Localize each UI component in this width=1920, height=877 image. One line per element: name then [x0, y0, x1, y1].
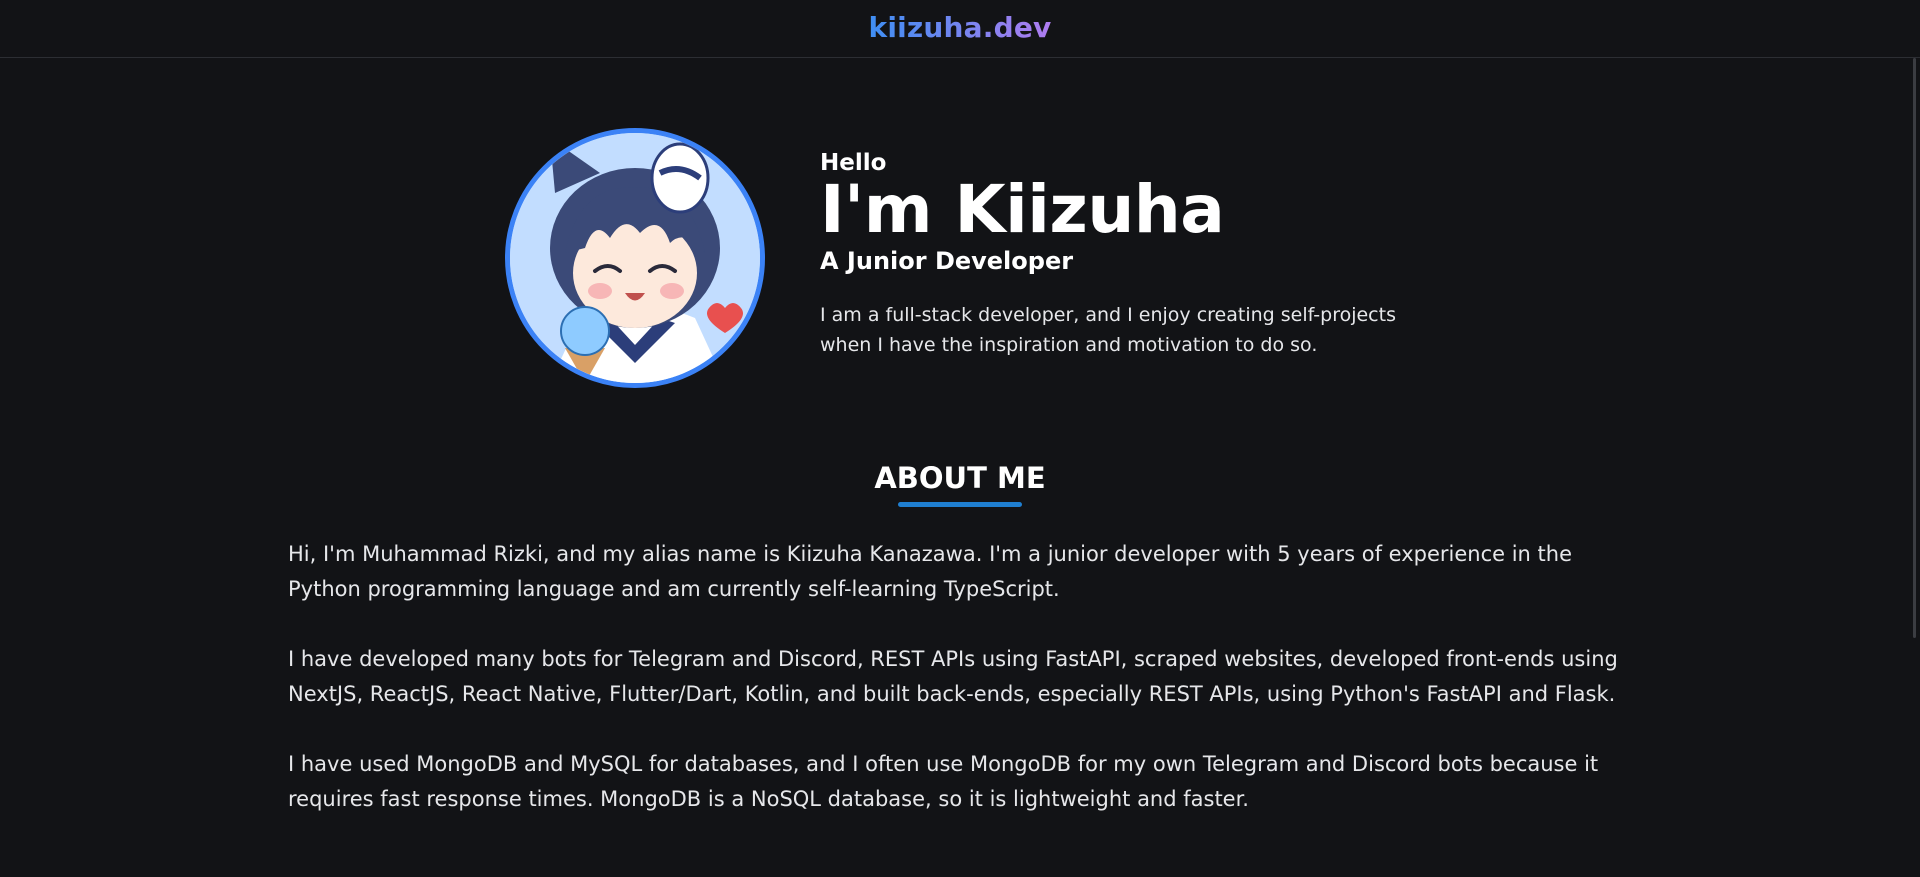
- hero-text: Hello I'm Kiizuha A Junior Developer I a…: [820, 150, 1420, 360]
- site-logo-link[interactable]: kiizuha.dev: [869, 11, 1052, 44]
- profile-avatar: [505, 128, 765, 388]
- hero-section: Hello I'm Kiizuha A Junior Developer I a…: [505, 128, 1420, 388]
- role-subtitle: A Junior Developer: [820, 247, 1074, 275]
- about-paragraph: Hi, I'm Muhammad Rizki, and my alias nam…: [288, 542, 1572, 601]
- about-paragraph: I have used MongoDB and MySQL for databa…: [288, 752, 1599, 811]
- intro-paragraph: I am a full-stack developer, and I enjoy…: [820, 304, 1396, 356]
- page-scrollbar[interactable]: [1913, 58, 1916, 638]
- about-paragraph: I have developed many bots for Telegram …: [288, 647, 1618, 706]
- hero-name-heading: I'm Kiizuha: [820, 171, 1225, 248]
- anime-avatar-icon: [510, 133, 760, 383]
- top-navbar: kiizuha.dev: [0, 0, 1920, 58]
- about-heading: ABOUT ME: [874, 461, 1046, 495]
- about-heading-underline: [898, 502, 1022, 507]
- about-section: Hi, I'm Muhammad Rizki, and my alias nam…: [288, 537, 1648, 852]
